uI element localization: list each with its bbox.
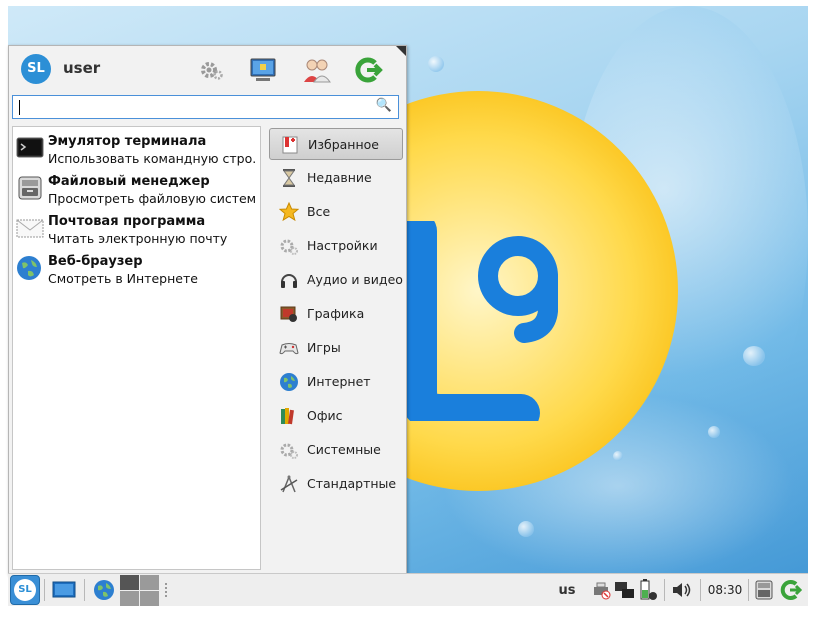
- mail-icon: [16, 219, 44, 238]
- workspace-switcher[interactable]: [120, 575, 160, 606]
- gear-icon[interactable]: [195, 54, 227, 86]
- gear-icon: [280, 239, 298, 255]
- logout-arrow-icon[interactable]: [779, 577, 803, 603]
- category-label: Недавние: [307, 170, 372, 185]
- graphics-icon: [280, 306, 297, 322]
- taskbar-separator: [44, 579, 45, 601]
- category-label: Игры: [307, 340, 341, 355]
- search-icon[interactable]: 🔍: [376, 98, 392, 113]
- hourglass-icon: [283, 169, 295, 187]
- battery-icon[interactable]: [638, 577, 660, 603]
- app-description: Просмотреть файловую систему: [48, 191, 256, 206]
- taskbar: SL us 08:30: [8, 573, 808, 606]
- app-name: Почтовая программа: [48, 214, 206, 229]
- gear-icon: [280, 443, 298, 459]
- category-label: Стандартные: [307, 476, 397, 491]
- l9-logo: [406, 221, 558, 421]
- file-manager-icon: [18, 176, 42, 200]
- workspace-2[interactable]: [140, 575, 159, 590]
- workspace-4[interactable]: [140, 591, 159, 606]
- file-manager-launcher-icon[interactable]: [753, 577, 775, 603]
- category-all[interactable]: Все: [269, 196, 403, 228]
- category-label: Интернет: [307, 374, 371, 389]
- taskbar-separator: [748, 579, 749, 601]
- category-settings[interactable]: Настройки: [269, 230, 403, 262]
- search-input[interactable]: 🔍: [12, 95, 399, 119]
- app-description: Использовать командную стро...: [48, 151, 256, 166]
- start-menu-button[interactable]: SL: [10, 575, 40, 605]
- gamepad-icon: [279, 343, 299, 355]
- category-label: Графика: [307, 306, 365, 321]
- category-list: Избранное Недавние Все Настройки Аудио и…: [269, 126, 403, 570]
- category-audio-video[interactable]: Аудио и видео: [269, 264, 403, 296]
- category-favorites[interactable]: Избранное: [269, 128, 403, 160]
- water-drop: [743, 346, 765, 366]
- monitor-lock-icon[interactable]: [247, 54, 279, 86]
- category-graphics[interactable]: Графика: [269, 298, 403, 330]
- category-internet[interactable]: Интернет: [269, 366, 403, 398]
- app-name: Файловый менеджер: [48, 174, 210, 189]
- books-icon: [281, 408, 294, 425]
- list-item-mail[interactable]: Почтовая программа Читать электронную по…: [13, 210, 260, 250]
- taskbar-separator: [700, 579, 701, 601]
- category-label: Настройки: [307, 238, 378, 253]
- water-drop: [708, 426, 720, 438]
- workspace-3[interactable]: [120, 591, 139, 606]
- globe-icon: [17, 256, 41, 280]
- category-label: Офис: [307, 408, 343, 423]
- browser-launcher-icon[interactable]: [90, 577, 118, 603]
- list-item-web-browser[interactable]: Веб-браузер Смотреть в Интернете: [13, 250, 260, 290]
- category-office[interactable]: Офис: [269, 400, 403, 432]
- category-system[interactable]: Системные: [269, 434, 403, 466]
- app-description: Смотреть в Интернете: [48, 271, 198, 286]
- category-label: Избранное: [308, 137, 379, 152]
- application-menu: SL user 🔍 Эмулятор терминала Использоват…: [8, 45, 407, 575]
- taskbar-separator: [664, 579, 665, 601]
- globe-icon: [280, 373, 298, 391]
- water-drop: [613, 451, 623, 461]
- category-label: Системные: [307, 442, 381, 457]
- text-cursor: [19, 100, 20, 115]
- list-item-terminal[interactable]: Эмулятор терминала Использовать командну…: [13, 130, 260, 170]
- star-icon: [279, 202, 299, 222]
- printer-error-icon[interactable]: [592, 577, 612, 603]
- keyboard-layout-indicator[interactable]: us: [554, 577, 580, 603]
- compass-icon: [280, 474, 298, 493]
- app-description: Читать электронную почту: [48, 231, 228, 246]
- favorites-list: Эмулятор терминала Использовать командну…: [12, 126, 261, 570]
- category-label: Аудио и видео: [307, 272, 403, 287]
- app-name: Эмулятор терминала: [48, 134, 207, 149]
- menu-header: SL user: [9, 46, 406, 92]
- water-drop: [518, 521, 534, 537]
- category-label: Все: [307, 204, 331, 219]
- taskbar-separator: [84, 579, 85, 601]
- user-avatar[interactable]: SL: [21, 54, 51, 84]
- clock[interactable]: 08:30: [705, 577, 745, 603]
- list-item-file-manager[interactable]: Файловый менеджер Просмотреть файловую с…: [13, 170, 260, 210]
- category-recent[interactable]: Недавние: [269, 162, 403, 194]
- app-name: Веб-браузер: [48, 254, 143, 269]
- bookmark-icon: [282, 136, 298, 154]
- volume-icon[interactable]: [670, 577, 694, 603]
- network-icon[interactable]: [614, 577, 636, 603]
- logout-arrow-icon[interactable]: [352, 54, 384, 86]
- users-icon[interactable]: [301, 54, 333, 86]
- category-games[interactable]: Игры: [269, 332, 403, 364]
- username: user: [63, 59, 101, 77]
- headphones-icon: [281, 274, 297, 288]
- water-drop: [428, 56, 444, 72]
- workspace-1[interactable]: [120, 575, 139, 590]
- category-accessories[interactable]: Стандартные: [269, 468, 403, 500]
- panel-handle[interactable]: [165, 583, 169, 597]
- show-desktop-icon[interactable]: [50, 577, 78, 603]
- start-logo: SL: [14, 579, 36, 601]
- terminal-icon: [16, 137, 44, 158]
